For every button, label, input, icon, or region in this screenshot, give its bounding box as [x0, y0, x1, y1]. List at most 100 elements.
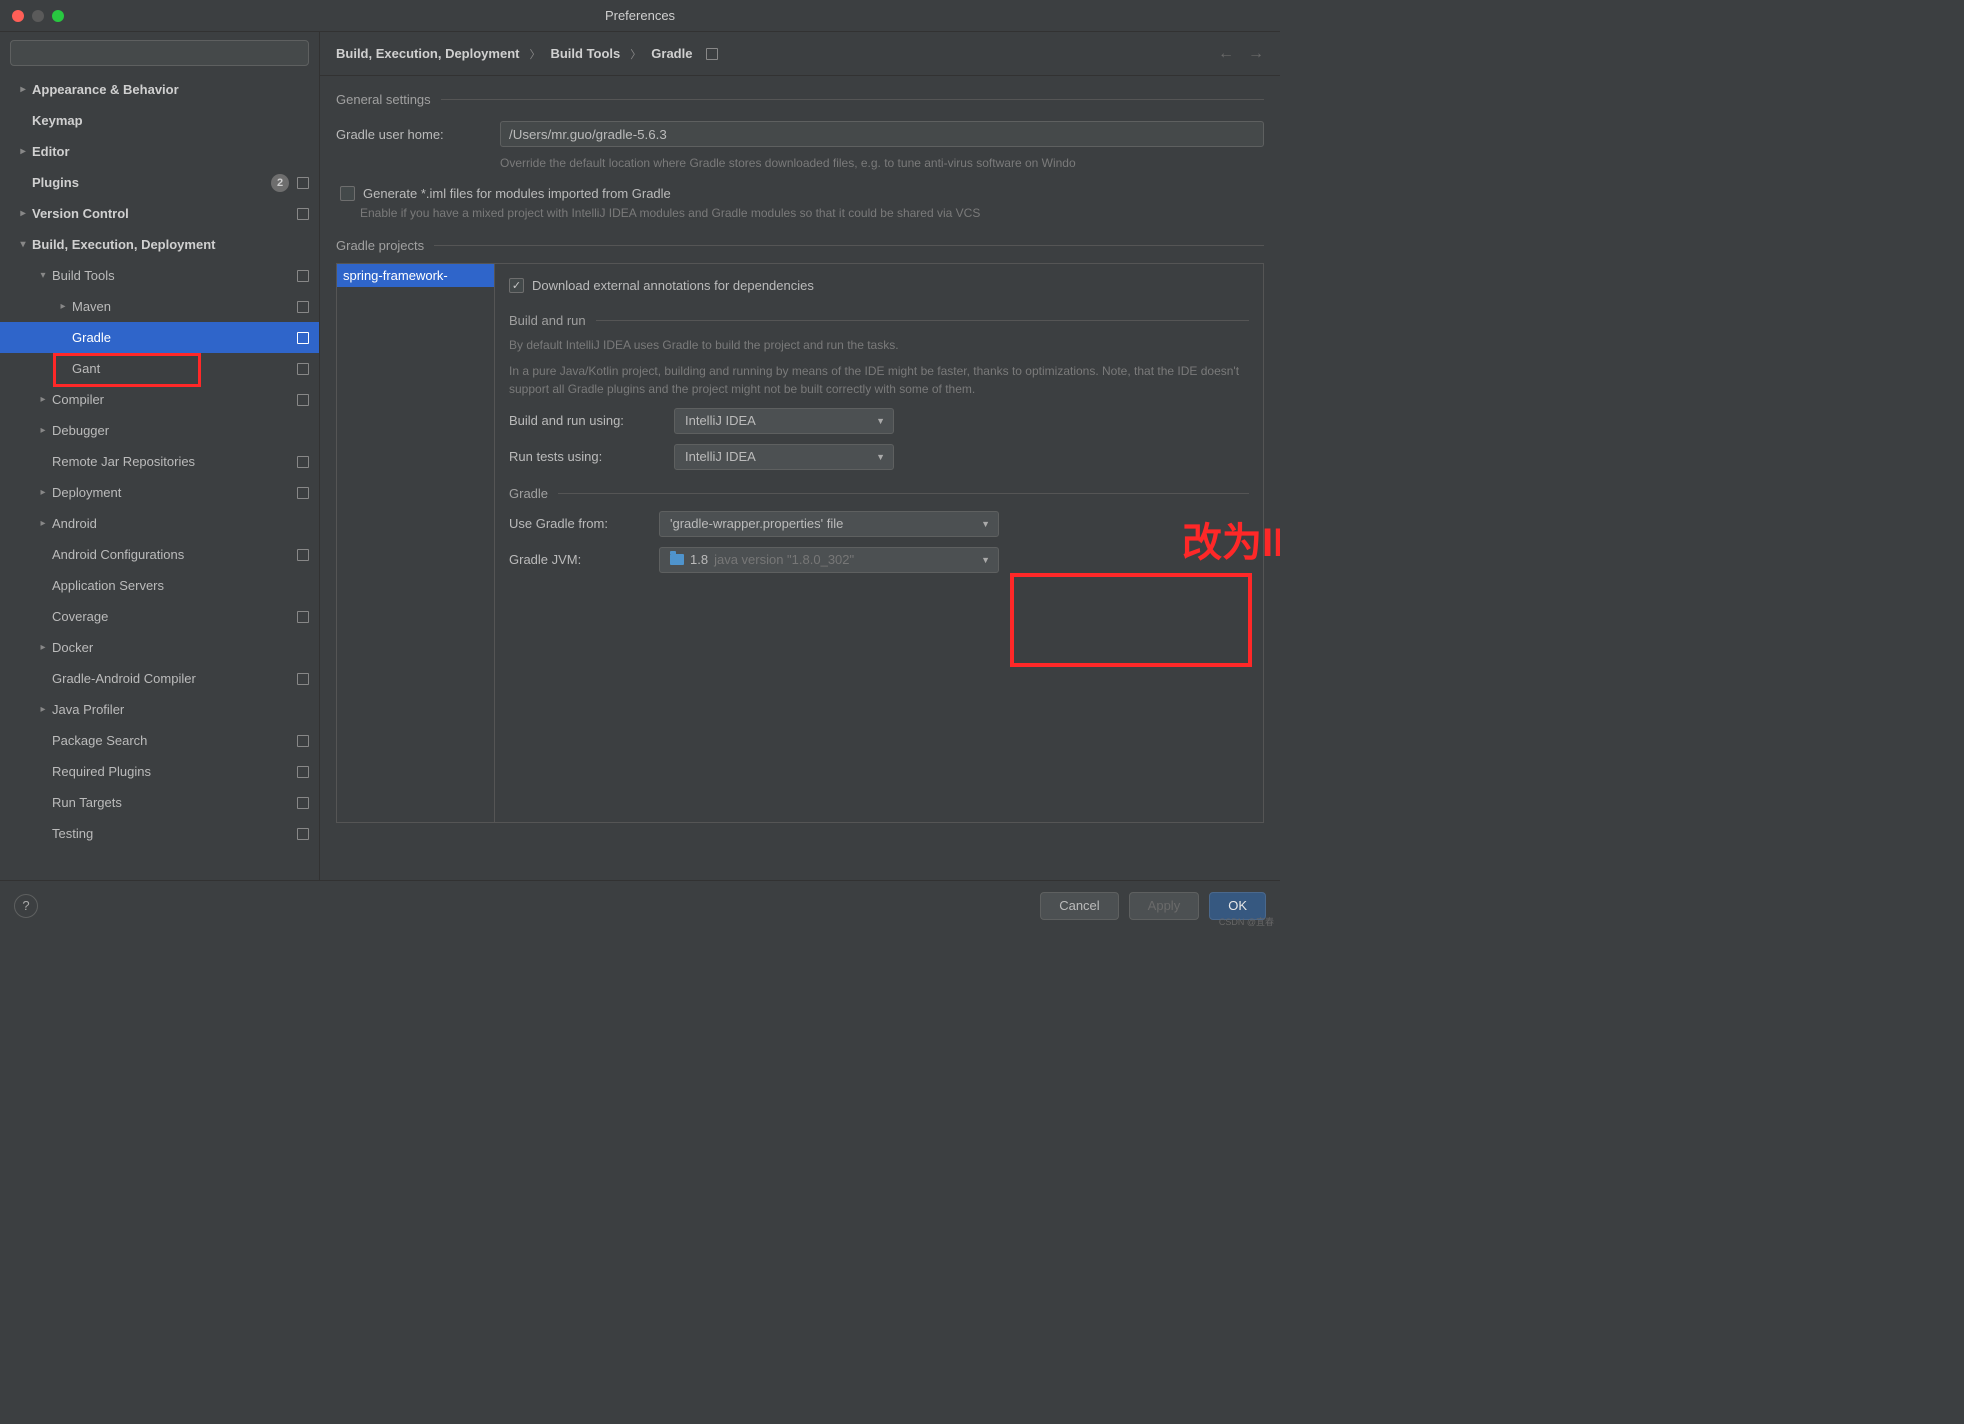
chevron-right-icon: ▸ — [34, 704, 52, 715]
help-button[interactable]: ? — [14, 894, 38, 918]
sidebar-item-plugins[interactable]: Plugins2 — [0, 167, 319, 198]
chevron-down-icon: ▾ — [34, 270, 52, 281]
gradle-from-label: Use Gradle from: — [509, 516, 649, 531]
sidebar-item-label: Deployment — [52, 485, 297, 500]
dropdown-value: IntelliJ IDEA — [685, 413, 756, 428]
search-input[interactable] — [10, 40, 309, 66]
close-window-button[interactable] — [12, 10, 24, 22]
project-scope-icon — [297, 301, 309, 313]
section-projects: Gradle projects — [320, 232, 1280, 259]
download-annotations-label: Download external annotations for depend… — [532, 278, 814, 293]
sidebar-item-coverage[interactable]: Coverage — [0, 601, 319, 632]
sidebar-item-appearance-behavior[interactable]: ▸Appearance & Behavior — [0, 74, 319, 105]
project-scope-icon — [297, 208, 309, 220]
sidebar-item-label: Testing — [52, 826, 297, 841]
sidebar-item-deployment[interactable]: ▸Deployment — [0, 477, 319, 508]
gradle-jvm-dropdown[interactable]: 1.8 java version "1.8.0_302" ▼ — [659, 547, 999, 573]
project-scope-icon — [297, 549, 309, 561]
breadcrumb: Build, Execution, Deployment 〉 Build Too… — [320, 32, 1280, 76]
breadcrumb-part[interactable]: Gradle — [651, 46, 692, 61]
project-scope-icon — [297, 270, 309, 282]
sidebar-item-label: Coverage — [52, 609, 297, 624]
sidebar-item-android[interactable]: ▸Android — [0, 508, 319, 539]
sidebar-item-editor[interactable]: ▸Editor — [0, 136, 319, 167]
generate-iml-checkbox[interactable] — [340, 186, 355, 201]
gradle-home-input[interactable] — [500, 121, 1264, 147]
chevron-down-icon: ▼ — [876, 416, 885, 426]
chevron-down-icon: ▼ — [981, 519, 990, 529]
subsection-label: Gradle — [509, 486, 548, 501]
breadcrumb-part[interactable]: Build Tools — [550, 46, 620, 61]
section-general: General settings — [320, 86, 1280, 113]
sidebar-item-testing[interactable]: Testing — [0, 818, 319, 849]
sidebar-item-label: Editor — [32, 144, 309, 159]
sidebar-item-build-tools[interactable]: ▾Build Tools — [0, 260, 319, 291]
chevron-right-icon: ▸ — [54, 301, 72, 312]
sidebar-item-package-search[interactable]: Package Search — [0, 725, 319, 756]
nav-forward-button[interactable]: → — [1248, 45, 1264, 63]
sidebar-item-application-servers[interactable]: Application Servers — [0, 570, 319, 601]
sidebar: ▸Appearance & BehaviorKeymap▸EditorPlugi… — [0, 32, 320, 880]
chevron-right-icon: ▸ — [34, 487, 52, 498]
nav-back-button[interactable]: ← — [1218, 45, 1234, 63]
sidebar-item-remote-jar-repositories[interactable]: Remote Jar Repositories — [0, 446, 319, 477]
sidebar-item-label: Version Control — [32, 206, 297, 221]
cancel-button[interactable]: Cancel — [1040, 892, 1118, 920]
generate-iml-label: Generate *.iml files for modules importe… — [363, 186, 671, 201]
chevron-down-icon: ▾ — [14, 239, 32, 250]
sidebar-item-label: Package Search — [52, 733, 297, 748]
sidebar-item-gant[interactable]: Gant — [0, 353, 319, 384]
sidebar-item-label: Application Servers — [52, 578, 309, 593]
sidebar-item-build-execution-deployment[interactable]: ▾Build, Execution, Deployment — [0, 229, 319, 260]
sidebar-item-label: Compiler — [52, 392, 297, 407]
gradle-project-item[interactable]: spring-framework- — [337, 264, 494, 287]
build-run-desc1: By default IntelliJ IDEA uses Gradle to … — [509, 336, 1249, 354]
sidebar-item-required-plugins[interactable]: Required Plugins — [0, 756, 319, 787]
sidebar-item-java-profiler[interactable]: ▸Java Profiler — [0, 694, 319, 725]
project-scope-icon — [297, 735, 309, 747]
project-scope-icon — [297, 766, 309, 778]
sidebar-item-debugger[interactable]: ▸Debugger — [0, 415, 319, 446]
chevron-right-icon: ▸ — [14, 208, 32, 219]
sidebar-item-label: Required Plugins — [52, 764, 297, 779]
sidebar-item-label: Build Tools — [52, 268, 297, 283]
subsection-label: Build and run — [509, 313, 586, 328]
sidebar-item-label: Docker — [52, 640, 309, 655]
breadcrumb-part[interactable]: Build, Execution, Deployment — [336, 46, 519, 61]
sidebar-item-compiler[interactable]: ▸Compiler — [0, 384, 319, 415]
sidebar-item-run-targets[interactable]: Run Targets — [0, 787, 319, 818]
minimize-window-button[interactable] — [32, 10, 44, 22]
build-using-dropdown[interactable]: IntelliJ IDEA ▼ — [674, 408, 894, 434]
zoom-window-button[interactable] — [52, 10, 64, 22]
gradle-from-dropdown[interactable]: 'gradle-wrapper.properties' file ▼ — [659, 511, 999, 537]
sidebar-item-gradle-android-compiler[interactable]: Gradle-Android Compiler — [0, 663, 319, 694]
section-title-label: Gradle projects — [336, 238, 424, 253]
sidebar-item-android-configurations[interactable]: Android Configurations — [0, 539, 319, 570]
sidebar-item-keymap[interactable]: Keymap — [0, 105, 319, 136]
sidebar-item-label: Run Targets — [52, 795, 297, 810]
sidebar-item-label: Android Configurations — [52, 547, 297, 562]
build-using-label: Build and run using: — [509, 413, 664, 428]
project-scope-icon — [297, 487, 309, 499]
sidebar-item-docker[interactable]: ▸Docker — [0, 632, 319, 663]
chevron-right-icon: ▸ — [34, 394, 52, 405]
chevron-down-icon: ▼ — [876, 452, 885, 462]
sidebar-item-version-control[interactable]: ▸Version Control — [0, 198, 319, 229]
tests-using-dropdown[interactable]: IntelliJ IDEA ▼ — [674, 444, 894, 470]
tests-using-label: Run tests using: — [509, 449, 664, 464]
section-title-label: General settings — [336, 92, 431, 107]
sidebar-item-maven[interactable]: ▸Maven — [0, 291, 319, 322]
sidebar-item-label: Appearance & Behavior — [32, 82, 309, 97]
gradle-project-panel: Download external annotations for depend… — [495, 264, 1263, 822]
project-scope-icon — [297, 611, 309, 623]
count-badge: 2 — [271, 174, 289, 192]
content-panel: Build, Execution, Deployment 〉 Build Too… — [320, 32, 1280, 880]
sidebar-item-gradle[interactable]: Gradle — [0, 322, 319, 353]
download-annotations-checkbox[interactable] — [509, 278, 524, 293]
main-split: ▸Appearance & BehaviorKeymap▸EditorPlugi… — [0, 32, 1280, 880]
gradle-jvm-label: Gradle JVM: — [509, 552, 649, 567]
settings-tree: ▸Appearance & BehaviorKeymap▸EditorPlugi… — [0, 74, 319, 880]
settings-scroll: General settings Gradle user home: Overr… — [320, 76, 1280, 880]
apply-button[interactable]: Apply — [1129, 892, 1200, 920]
subsection-build-run: Build and run — [509, 313, 1249, 328]
